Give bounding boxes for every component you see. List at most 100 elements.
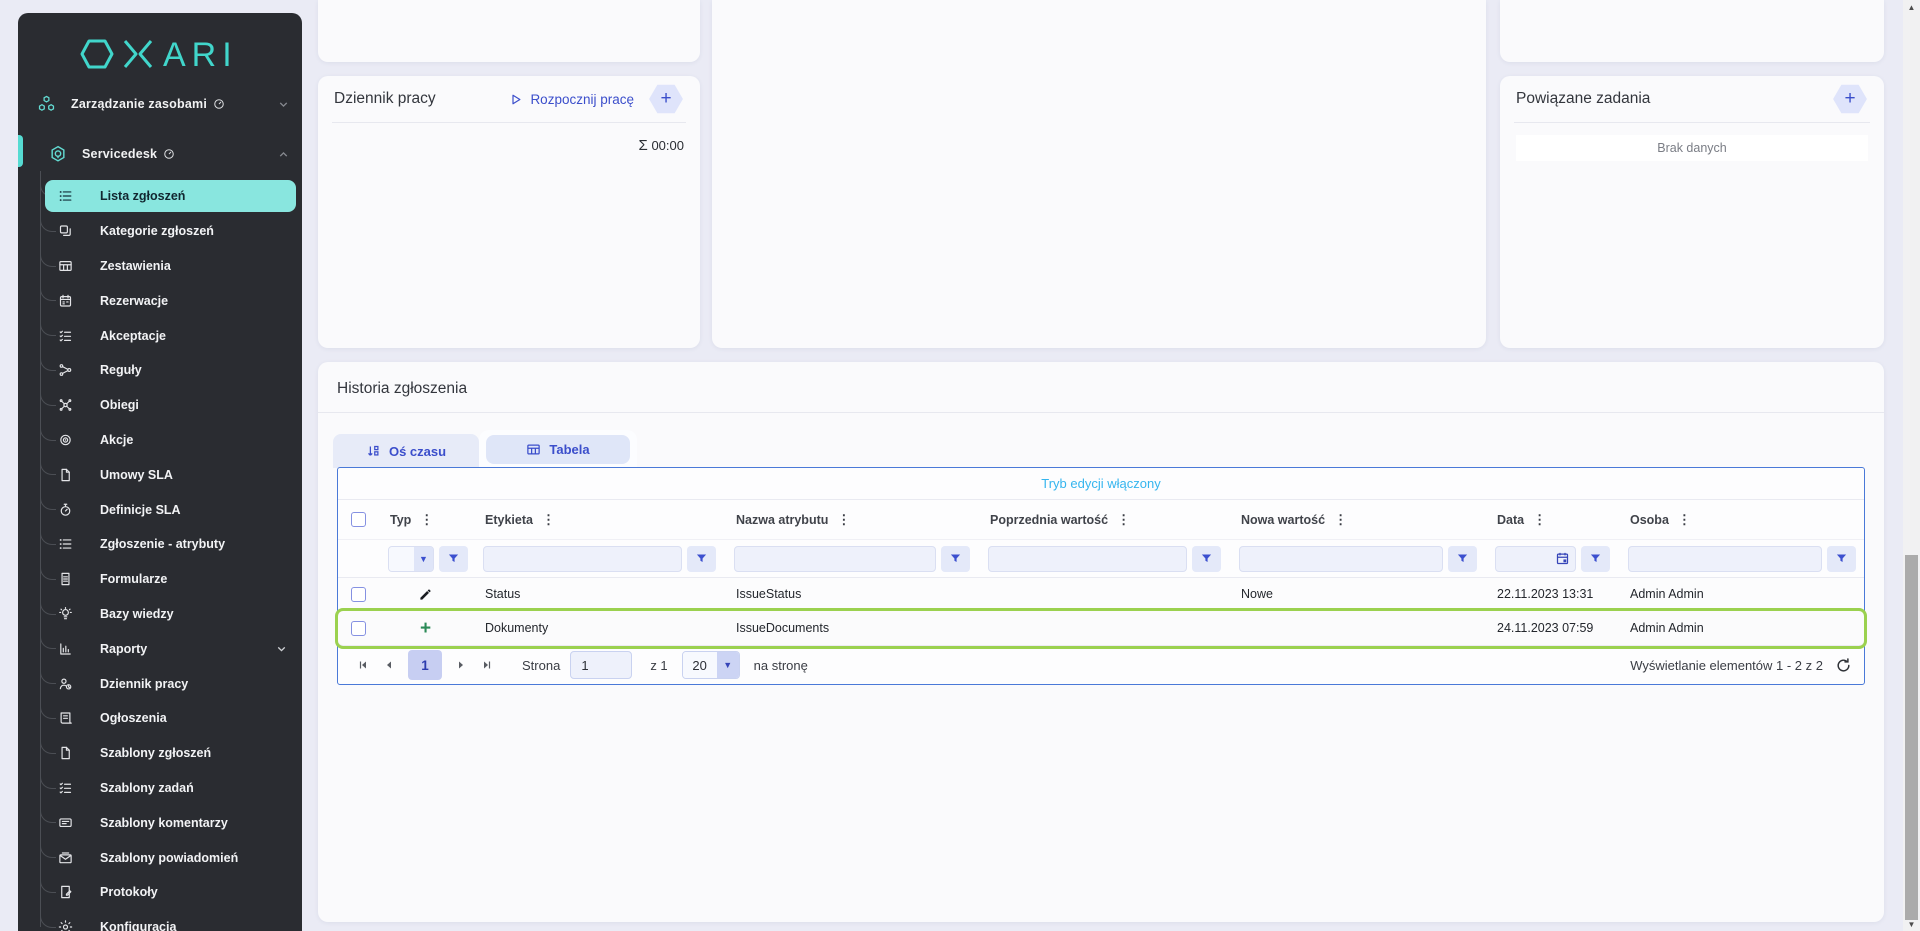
person-icon <box>58 676 73 691</box>
sidebar-item-label: Reguły <box>100 363 142 377</box>
sidebar-item-akceptacje[interactable]: Akceptacje <box>18 318 302 353</box>
sidebar-section-resources[interactable]: Zarządzanie zasobami <box>18 85 302 123</box>
share-icon <box>58 363 73 378</box>
etykieta-filter-button[interactable] <box>687 546 716 572</box>
etykieta-filter-input[interactable] <box>483 546 682 572</box>
poprzednia-wartosc-filter-input[interactable] <box>988 546 1187 572</box>
sidebar-item-formularze[interactable]: Formularze <box>18 562 302 597</box>
sidebar-item-lista-zgloszen[interactable]: Lista zgłoszeń <box>18 179 302 214</box>
history-row-2[interactable]: +DokumentyIssueDocuments24.11.2023 07:59… <box>338 611 1864 646</box>
sidebar-item-definicje-sla[interactable]: Definicje SLA <box>18 492 302 527</box>
no-data-message: Brak danych <box>1516 135 1868 161</box>
column-menu-icon[interactable]: ⋮ <box>1678 512 1691 528</box>
sidebar-item-dziennik-pracy[interactable]: Dziennik pracy <box>18 666 302 701</box>
sidebar-item-ogloszenia[interactable]: Ogłoszenia <box>18 701 302 736</box>
column-header-data[interactable]: Data⋮ <box>1485 512 1618 528</box>
page-size-select[interactable]: 20 ▼ <box>682 651 740 679</box>
nowa-wartosc-filter-input[interactable] <box>1239 546 1443 572</box>
sidebar-item-raporty[interactable]: Raporty <box>18 631 302 666</box>
sidebar-item-rezerwacje[interactable]: Rezerwacje <box>18 283 302 318</box>
sidebar-item-umowy-sla[interactable]: Umowy SLA <box>18 457 302 492</box>
nazwa-atrybutu-filter-input[interactable] <box>734 546 936 572</box>
scrollbar-up-arrow[interactable]: ▲ <box>1903 0 1920 14</box>
start-work-link[interactable]: Rozpocznij pracę <box>508 92 634 107</box>
refresh-icon[interactable] <box>1835 657 1852 674</box>
checklist-icon <box>58 780 73 795</box>
page-number-input[interactable] <box>570 651 632 679</box>
funnel-icon <box>949 552 962 565</box>
add-related-task-button[interactable]: + <box>1832 84 1868 115</box>
column-menu-icon[interactable]: ⋮ <box>542 512 555 528</box>
nowa-wartosc-filter-button[interactable] <box>1448 546 1477 572</box>
column-header-etykieta[interactable]: Etykieta⋮ <box>473 512 724 528</box>
last-page-button[interactable] <box>474 652 500 678</box>
tab-timeline[interactable]: Oś czasu <box>333 434 479 468</box>
sidebar-item-szablony-zgloszen[interactable]: Szablony zgłoszeń <box>18 736 302 771</box>
next-page-button[interactable] <box>448 652 474 678</box>
data-filter-input[interactable] <box>1495 546 1576 572</box>
sidebar-item-obiegi[interactable]: Obiegi <box>18 388 302 423</box>
sidebar-item-zgloszenie-atrybuty[interactable]: Zgłoszenie - atrybuty <box>18 527 302 562</box>
sidebar-item-label: Akceptacje <box>100 329 166 343</box>
column-header-typ[interactable]: Typ⋮ <box>378 512 473 528</box>
sidebar-item-kategorie-zgloszen[interactable]: Kategorie zgłoszeń <box>18 214 302 249</box>
stopwatch-icon <box>58 502 73 517</box>
sidebar-item-konfiguracja[interactable]: Konfiguracja <box>18 910 302 931</box>
column-menu-icon[interactable]: ⋮ <box>837 512 850 528</box>
nazwa-atrybutu-filter-button[interactable] <box>941 546 970 572</box>
sidebar-item-szablony-powiadomien[interactable]: Szablony powiadomień <box>18 840 302 875</box>
column-menu-icon[interactable]: ⋮ <box>1334 512 1347 528</box>
sidebar-item-zestawienia[interactable]: Zestawienia <box>18 249 302 284</box>
column-header-nowa-wartosc[interactable]: Nowa wartość⋮ <box>1229 512 1485 528</box>
tab-table[interactable]: Tabela <box>479 430 637 468</box>
column-header-poprzednia-wartosc[interactable]: Poprzednia wartość⋮ <box>978 512 1229 528</box>
issue-history-title: Historia zgłoszenia <box>337 380 467 398</box>
row-attribute: IssueDocuments <box>724 621 978 635</box>
table-header-row: Typ⋮ Etykieta⋮ Nazwa atrybutu⋮ Poprzedni… <box>338 500 1864 540</box>
column-menu-icon[interactable]: ⋮ <box>1533 512 1546 528</box>
osoba-filter-input[interactable] <box>1628 546 1822 572</box>
sidebar-item-label: Umowy SLA <box>100 468 173 482</box>
page-scrollbar[interactable]: ▲ ▼ <box>1903 0 1920 931</box>
add-worklog-button[interactable]: + <box>648 84 684 115</box>
checklist-icon <box>58 328 73 343</box>
typ-filter-button[interactable] <box>439 546 468 572</box>
sidebar-item-szablony-zadan[interactable]: Szablony zadań <box>18 771 302 806</box>
column-menu-icon[interactable]: ⋮ <box>420 512 433 528</box>
scrollbar-down-arrow[interactable]: ▼ <box>1903 917 1920 931</box>
sidebar-item-protokoly[interactable]: Protokoły <box>18 875 302 910</box>
sidebar-item-reguly[interactable]: Reguły <box>18 353 302 388</box>
select-all-checkbox[interactable] <box>351 512 366 527</box>
row-date: 24.11.2023 07:59 <box>1485 621 1618 635</box>
sidebar-item-szablony-komentarzy[interactable]: Szablony komentarzy <box>18 805 302 840</box>
current-page-button[interactable]: 1 <box>408 650 442 680</box>
column-header-nazwa-atrybutu[interactable]: Nazwa atrybutu⋮ <box>724 512 978 528</box>
sidebar-item-akcje[interactable]: Akcje <box>18 423 302 458</box>
calendar-icon[interactable] <box>1555 551 1570 566</box>
chevron-down-icon: ▼ <box>414 547 433 571</box>
sidebar: ARI Zarządzanie zasobami Servicedesk Lis… <box>18 13 302 931</box>
sidebar-item-bazy-wiedzy[interactable]: Bazy wiedzy <box>18 597 302 632</box>
row-checkbox[interactable] <box>351 587 366 602</box>
table-icon <box>526 442 541 457</box>
osoba-filter-button[interactable] <box>1827 546 1856 572</box>
column-menu-icon[interactable]: ⋮ <box>1117 512 1130 528</box>
chevron-up-icon <box>277 148 290 161</box>
poprzednia-wartosc-filter-button[interactable] <box>1192 546 1221 572</box>
row-checkbox[interactable] <box>351 621 366 636</box>
list-icon <box>58 537 73 552</box>
sidebar-item-label: Szablony zadań <box>100 781 194 795</box>
column-header-osoba[interactable]: Osoba⋮ <box>1618 512 1864 528</box>
previous-page-button[interactable] <box>376 652 402 678</box>
sidebar-section-servicedesk[interactable]: Servicedesk <box>18 135 302 173</box>
sidebar-item-label: Obiegi <box>100 398 139 412</box>
history-row-1[interactable]: StatusIssueStatusNowe22.11.2023 13:31Adm… <box>338 578 1864 611</box>
typ-filter-dropdown[interactable]: ▼ <box>388 546 434 572</box>
divider <box>318 412 1884 413</box>
first-page-button[interactable] <box>350 652 376 678</box>
oxari-logo: ARI <box>18 33 302 80</box>
data-filter-button[interactable] <box>1581 546 1610 572</box>
scrollbar-thumb[interactable] <box>1905 555 1918 920</box>
bulb-icon <box>58 606 73 621</box>
sidebar-item-label: Dziennik pracy <box>100 677 188 691</box>
